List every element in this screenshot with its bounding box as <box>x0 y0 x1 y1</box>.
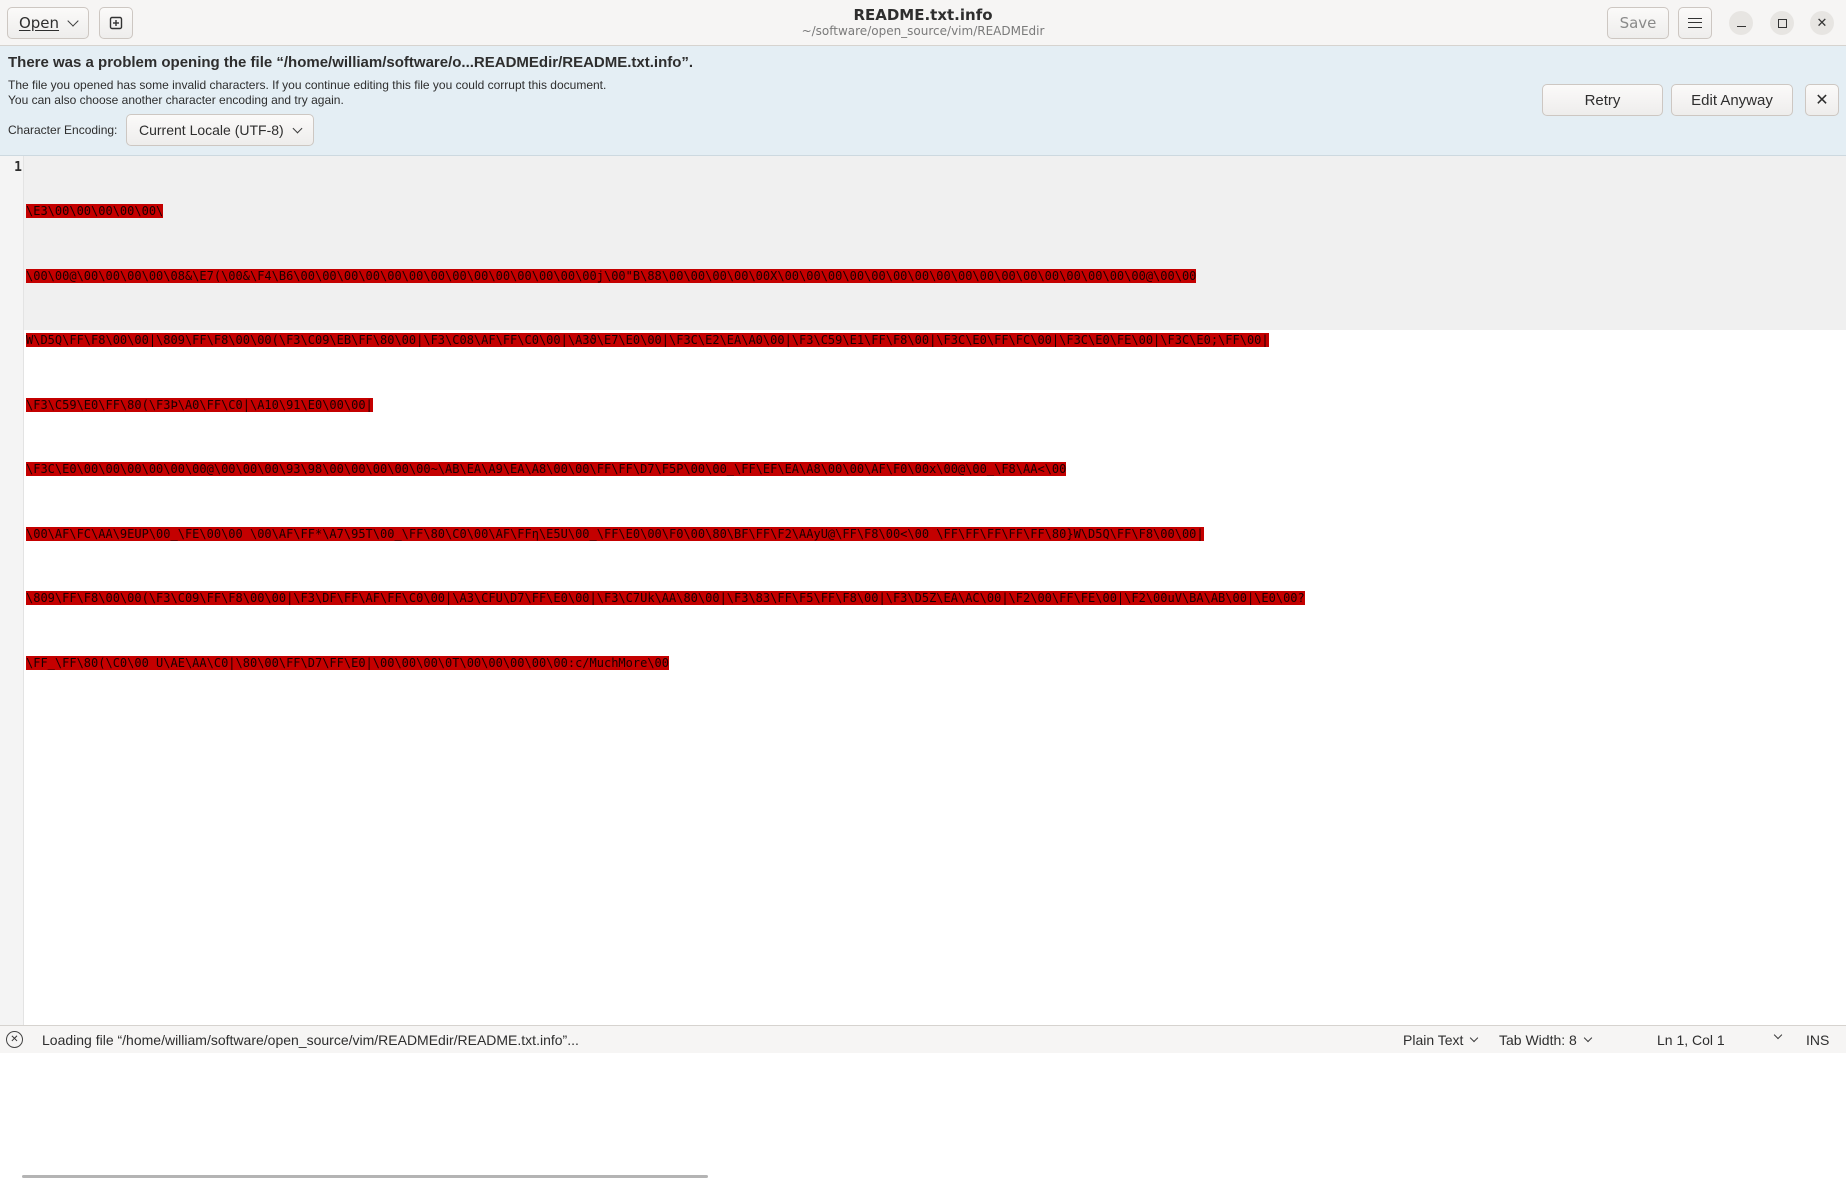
infobar-close-button[interactable]: ✕ <box>1805 84 1839 116</box>
infobar-message: The file you opened has some invalid cha… <box>8 78 606 108</box>
invalid-text: \F3\C59\E0\FF\80(\F3Ϸ\A0\FF\C0|\A10\91\E… <box>26 397 373 412</box>
minimize-icon <box>1736 25 1746 27</box>
header-bar: Open README.txt.info ~/software/open_sou… <box>0 0 1846 46</box>
status-message: Loading file “/home/william/software/ope… <box>42 1032 579 1048</box>
close-icon: ✕ <box>1816 15 1828 31</box>
invalid-characters-infobar: There was a problem opening the file “/h… <box>0 46 1846 156</box>
invalid-text: \FF_\FF\80(\C0\00 U\AE\AA\C0|\80\00\FF\D… <box>26 655 669 670</box>
close-window-button[interactable]: ✕ <box>1810 11 1834 35</box>
tab-width-label: Tab Width: 8 <box>1499 1032 1577 1048</box>
cursor-position-dropdown[interactable] <box>1767 1030 1783 1040</box>
edit-anyway-button[interactable]: Edit Anyway <box>1671 84 1793 116</box>
text-wrapped-line: \00\AF\FC\AA\9EUP\00_\FE\00\00 \00\AF\FF… <box>26 524 1844 546</box>
language-selector[interactable]: Plain Text <box>1403 1032 1479 1048</box>
chevron-down-icon <box>292 123 303 133</box>
hamburger-menu-icon <box>1688 18 1702 28</box>
text-wrapped-line: \809\FF\F8\00\00(\F3\C09\FF\F8\00\00|\F3… <box>26 588 1844 610</box>
insert-mode-indicator[interactable]: INS <box>1806 1032 1829 1048</box>
text-wrapped-line: \F3Ϲ\E0\00\00\00\00\00\00@\00\00\00\93\9… <box>26 459 1844 481</box>
text-wrapped-line: \00\00@\00\00\00\00\08&\E7(\00&\F4\B6\00… <box>26 266 1844 288</box>
invalid-text: \00\00@\00\00\00\00\08&\E7(\00&\F4\B6\00… <box>26 268 1197 283</box>
status-bar: ✕ Loading file “/home/william/software/o… <box>0 1025 1846 1053</box>
maximize-button[interactable] <box>1770 11 1794 35</box>
chevron-down-icon <box>1470 1033 1479 1043</box>
invalid-text: \E3\00\00\00\00\00\ <box>26 204 164 218</box>
window-subtitle: ~/software/open_source/vim/READMEdir <box>801 24 1045 38</box>
minimize-button[interactable] <box>1729 11 1753 35</box>
maximize-icon <box>1777 18 1787 28</box>
character-encoding-label: Character Encoding: <box>8 123 118 137</box>
language-label: Plain Text <box>1403 1032 1464 1048</box>
invalid-text: W\D5Q\FF\F8\00\00|\809\FF\F8\00\00(\F3\C… <box>26 333 1269 347</box>
text-wrapped-line: \E3\00\00\00\00\00\ <box>26 201 1844 223</box>
chevron-down-icon <box>1773 1030 1783 1040</box>
invalid-text: \809\FF\F8\00\00(\F3\C09\FF\F8\00\00|\F3… <box>26 591 1305 605</box>
text-wrapped-line: \FF_\FF\80(\C0\00 U\AE\AA\C0|\80\00\FF\D… <box>26 653 1844 675</box>
main-menu-button[interactable] <box>1678 7 1712 39</box>
window-title: README.txt.info <box>853 6 993 24</box>
tab-width-selector[interactable]: Tab Width: 8 <box>1499 1032 1593 1048</box>
line-number: 1 <box>14 160 22 175</box>
infobar-title: There was a problem opening the file “/h… <box>8 54 694 71</box>
line-number-gutter: 1 <box>0 156 24 1025</box>
text-wrapped-line: W\D5Q\FF\F8\00\00|\809\FF\F8\00\00(\F3\C… <box>26 330 1844 352</box>
invalid-text: \F3Ϲ\E0\00\00\00\00\00\00@\00\00\00\93\9… <box>26 462 1067 476</box>
text-editor[interactable]: 1 \E3\00\00\00\00\00\ \00\00@\00\00\00\0… <box>0 156 1846 1178</box>
close-icon: ✕ <box>10 1034 19 1045</box>
text-wrapped-line: \F3\C59\E0\FF\80(\F3Ϸ\A0\FF\C0|\A10\91\E… <box>26 395 1844 417</box>
close-icon: ✕ <box>1815 92 1829 109</box>
invalid-text: \00\AF\FC\AA\9EUP\00_\FE\00\00 \00\AF\FF… <box>26 526 1204 541</box>
save-button[interactable]: Save <box>1607 7 1669 39</box>
retry-button[interactable]: Retry <box>1542 84 1663 116</box>
window-title-area: README.txt.info ~/software/open_source/v… <box>0 6 1846 39</box>
cancel-loading-button[interactable]: ✕ <box>6 1031 23 1048</box>
infobar-message-line: The file you opened has some invalid cha… <box>8 78 607 92</box>
text-content[interactable]: \E3\00\00\00\00\00\ \00\00@\00\00\00\00\… <box>26 158 1844 717</box>
infobar-message-line: You can also choose another character en… <box>8 93 344 107</box>
chevron-down-icon <box>1583 1033 1593 1043</box>
cursor-position[interactable]: Ln 1, Col 1 <box>1657 1032 1725 1048</box>
cursor-position-label: Ln 1, Col 1 <box>1657 1032 1725 1048</box>
character-encoding-select[interactable]: Current Locale (UTF-8) <box>126 114 314 146</box>
character-encoding-value: Current Locale (UTF-8) <box>139 122 284 138</box>
